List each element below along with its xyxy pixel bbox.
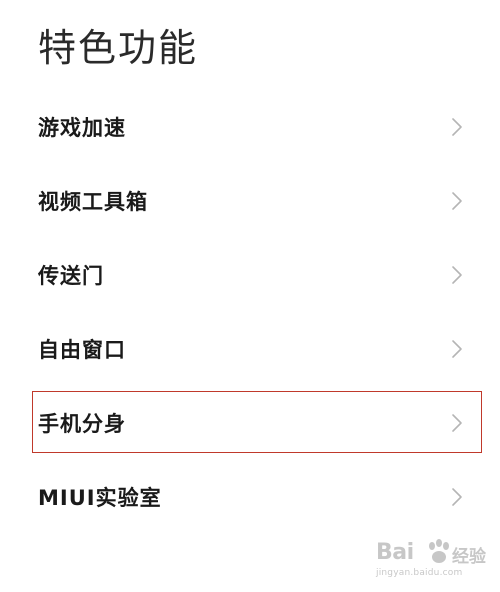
menu-item-video-toolbox[interactable]: 视频工具箱: [0, 164, 500, 238]
menu-item-label: 视频工具箱: [38, 190, 148, 214]
chevron-right-icon: [450, 190, 464, 212]
menu-item-second-space[interactable]: 手机分身: [0, 386, 500, 460]
watermark-url: jingyan.baidu.com: [376, 568, 463, 578]
menu-item-label: MIUI实验室: [38, 486, 162, 510]
menu-item-label: 手机分身: [38, 412, 126, 436]
chevron-right-icon: [450, 116, 464, 138]
menu-item-miui-lab[interactable]: MIUI实验室: [0, 460, 500, 534]
baidu-jingyan-watermark: Bai 经验 jingyan.baidu.com: [372, 534, 490, 584]
menu-item-label: 游戏加速: [38, 116, 126, 140]
menu-item-label: 自由窗口: [38, 338, 126, 362]
paw-icon: [426, 538, 452, 570]
chevron-right-icon: [450, 412, 464, 434]
watermark-brand: Bai: [376, 540, 414, 565]
chevron-right-icon: [450, 338, 464, 360]
menu-item-portal[interactable]: 传送门: [0, 238, 500, 312]
menu-item-free-window[interactable]: 自由窗口: [0, 312, 500, 386]
watermark-suffix: 经验: [452, 547, 486, 567]
menu-item-game-boost[interactable]: 游戏加速: [0, 90, 500, 164]
chevron-right-icon: [450, 264, 464, 286]
page-title: 特色功能: [38, 26, 199, 70]
menu-item-label: 传送门: [38, 264, 104, 288]
feature-menu-list: 游戏加速 视频工具箱 传送门 自由窗口 手机分身 MIUI实验室: [0, 90, 500, 534]
chevron-right-icon: [450, 486, 464, 508]
